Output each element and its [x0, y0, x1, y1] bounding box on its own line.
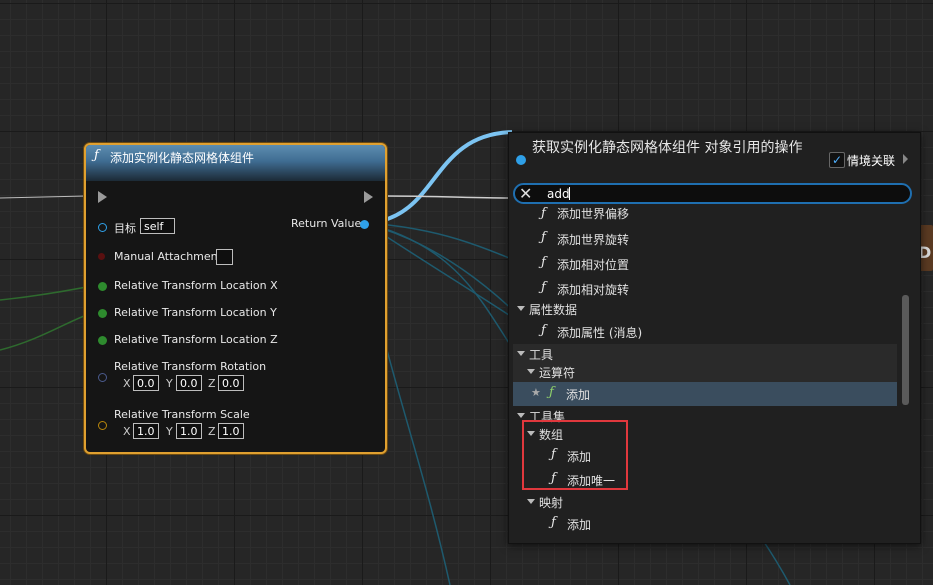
rot-y-axis: Y	[166, 377, 173, 390]
rotation-pin[interactable]	[98, 373, 107, 382]
node-title: 添加实例化静态网格体组件	[110, 151, 255, 165]
list-item[interactable]: ƒ 添加世界偏移	[513, 203, 897, 227]
annotation-highlight-box	[522, 420, 628, 490]
object-type-icon	[516, 155, 526, 165]
function-icon: ƒ	[541, 255, 546, 270]
list-item-label: 添加世界旋转	[557, 233, 630, 247]
teal-wire-2	[369, 223, 521, 361]
scale-x-axis: X	[123, 425, 131, 438]
location-z-label: Relative Transform Location Z	[114, 333, 278, 346]
list-item[interactable]: ƒ 添加世界旋转	[513, 227, 897, 251]
category-header[interactable]: 工具	[513, 344, 897, 364]
function-icon: ƒ	[549, 385, 554, 400]
white-wire	[382, 195, 511, 199]
search-value: add	[547, 187, 570, 201]
scale-z-axis: Z	[208, 425, 216, 438]
rot-z-field[interactable]: 0.0	[218, 375, 244, 391]
exec-out-pin[interactable]	[364, 191, 373, 203]
function-icon: ƒ	[541, 230, 546, 245]
scale-x-field[interactable]: 1.0	[133, 423, 159, 439]
node-header[interactable]: ƒ 添加实例化静态网格体组件	[86, 145, 385, 181]
list-item-selected[interactable]: ★ ƒ 添加	[513, 382, 897, 406]
scale-label: Relative Transform Scale	[114, 408, 250, 421]
rot-z-axis: Z	[208, 377, 216, 390]
category-header[interactable]: 属性数据	[513, 299, 897, 319]
scale-y-axis: Y	[166, 425, 173, 438]
category-label: 映射	[539, 496, 564, 510]
text-caret	[569, 187, 570, 200]
target-pin[interactable]	[98, 223, 107, 232]
green-wire-1	[0, 285, 93, 301]
list-item-label: 添加属性 (消息)	[557, 326, 643, 340]
scrollbar-thumb[interactable]	[902, 295, 909, 405]
list-item-label: 添加	[566, 388, 591, 402]
object-wire	[369, 130, 513, 225]
rot-x-axis: X	[123, 377, 131, 390]
target-label: 目标	[114, 222, 136, 235]
location-z-pin[interactable]	[98, 336, 107, 345]
context-title: 获取实例化静态网格体组件 对象引用的操作	[532, 140, 803, 156]
location-x-label: Relative Transform Location X	[114, 279, 278, 292]
category-label: 运算符	[539, 366, 576, 380]
expand-triangle-icon	[517, 413, 525, 418]
location-x-pin[interactable]	[98, 282, 107, 291]
exec-in-pin[interactable]	[98, 191, 107, 203]
scale-y-field[interactable]: 1.0	[176, 423, 202, 439]
return-value-label: Return Value	[291, 217, 362, 230]
location-y-label: Relative Transform Location Y	[114, 306, 277, 319]
location-y-pin[interactable]	[98, 309, 107, 318]
list-item[interactable]: ƒ 添加	[513, 512, 897, 536]
green-wire-2	[0, 312, 93, 351]
chevron-right-icon[interactable]	[903, 154, 908, 164]
expand-triangle-icon	[527, 499, 535, 504]
list-item[interactable]: ƒ 添加属性 (消息)	[513, 320, 897, 344]
list-item-label: 添加	[567, 518, 592, 532]
close-icon[interactable]: ✕	[519, 184, 532, 203]
list-item-label: 添加相对位置	[557, 258, 630, 272]
star-icon[interactable]: ★	[531, 386, 541, 399]
category-label: 工具	[529, 348, 554, 362]
manual-attachment-checkbox[interactable]	[216, 249, 233, 265]
function-icon: ƒ	[94, 148, 99, 163]
rot-y-field[interactable]: 0.0	[176, 375, 202, 391]
category-label: 属性数据	[529, 303, 578, 317]
rot-x-field[interactable]: 0.0	[133, 375, 159, 391]
function-icon: ƒ	[541, 280, 546, 295]
rotation-label: Relative Transform Rotation	[114, 360, 267, 373]
category-header[interactable]: 运算符	[513, 362, 897, 382]
list-item[interactable]: ƒ 添加相对位置	[513, 252, 897, 276]
target-value-field[interactable]: self	[140, 218, 175, 234]
white-wire-left	[0, 195, 87, 199]
scale-pin[interactable]	[98, 421, 107, 430]
search-input[interactable]: ✕ add	[513, 183, 912, 204]
manual-attachment-label: Manual Attachment	[114, 250, 222, 263]
list-item[interactable]: ƒ 添加相对旋转	[513, 277, 897, 301]
list-item-label: 添加世界偏移	[557, 207, 630, 221]
expand-triangle-icon	[527, 369, 535, 374]
expand-triangle-icon	[517, 306, 525, 311]
function-icon: ƒ	[541, 206, 546, 221]
category-header[interactable]: 映射	[513, 492, 897, 512]
function-icon: ƒ	[541, 323, 546, 338]
context-sensitive-checkbox[interactable]: ✓	[829, 152, 845, 168]
bool-pin[interactable]	[98, 253, 105, 260]
list-item-label: 添加相对旋转	[557, 283, 630, 297]
context-sensitive-label: 情境关联	[847, 154, 896, 168]
return-value-pin[interactable]	[360, 220, 369, 229]
expand-triangle-icon	[517, 351, 525, 356]
blueprint-node[interactable]: ƒ 添加实例化静态网格体组件 目标 self Return Value Manu…	[84, 143, 387, 454]
function-icon: ƒ	[551, 515, 556, 530]
scale-z-field[interactable]: 1.0	[218, 423, 244, 439]
